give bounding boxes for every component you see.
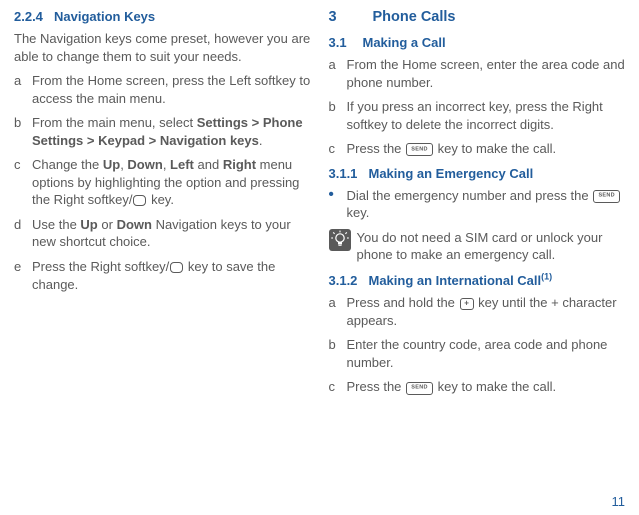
subsection-title: Making an Emergency Call [369, 166, 534, 181]
step-a: a From the Home screen, press the Left s… [14, 72, 311, 107]
step-c: c Press the key to make the call. [329, 140, 626, 158]
intro-text: The Navigation keys come preset, however… [14, 30, 311, 65]
softkey-icon [133, 195, 146, 206]
page-number: 11 [612, 494, 626, 509]
step-body: From the Home screen, press the Left sof… [32, 72, 311, 107]
step-marker: a [14, 72, 32, 107]
step-marker: d [14, 216, 32, 251]
step-c: c Press the key to make the call. [329, 378, 626, 396]
subsection-number: 3.1.1 [329, 166, 369, 181]
step-b: b If you press an incorrect key, press t… [329, 98, 626, 133]
step-marker: b [329, 336, 347, 371]
section-title: Making a Call [363, 35, 446, 50]
step-marker: a [329, 294, 347, 329]
step-a: a Press and hold the key until the + cha… [329, 294, 626, 329]
bullet-body: Dial the emergency number and press the … [347, 187, 626, 222]
step-marker: b [14, 114, 32, 149]
send-key-icon [406, 143, 433, 156]
section-heading-224: 2.2.4Navigation Keys [14, 9, 311, 24]
step-marker: c [329, 140, 347, 158]
step-body: If you press an incorrect key, press the… [347, 98, 626, 133]
plus-key-icon [460, 298, 474, 310]
step-body: Enter the country code, area code and ph… [347, 336, 626, 371]
step-body: From the Home screen, enter the area cod… [347, 56, 626, 91]
step-body: Press the key to make the call. [347, 378, 626, 396]
chapter-title: Phone Calls [373, 9, 456, 25]
section-number: 3.1 [329, 35, 363, 50]
step-body: Use the Up or Down Navigation keys to yo… [32, 216, 311, 251]
step-body: From the main menu, select Settings > Ph… [32, 114, 311, 149]
step-marker: b [329, 98, 347, 133]
softkey-icon [170, 262, 183, 273]
step-b: b Enter the country code, area code and … [329, 336, 626, 371]
bullet-item: • Dial the emergency number and press th… [329, 187, 626, 222]
step-body: Change the Up, Down, Left and Right menu… [32, 156, 311, 209]
step-d: d Use the Up or Down Navigation keys to … [14, 216, 311, 251]
step-body: Press and hold the key until the + chara… [347, 294, 626, 329]
subsection-heading-312: 3.1.2Making an International Call(1) [329, 272, 626, 288]
chapter-heading-3: 3Phone Calls [329, 9, 626, 25]
step-marker: c [329, 378, 347, 396]
step-marker: e [14, 258, 32, 293]
tip-text: You do not need a SIM card or unlock you… [357, 229, 626, 264]
right-column: 3Phone Calls 3.1Making a Call a From the… [329, 9, 626, 403]
chapter-number: 3 [329, 9, 373, 25]
send-key-icon [593, 190, 620, 203]
bullet-marker: • [329, 187, 347, 222]
step-body: Press the key to make the call. [347, 140, 626, 158]
step-a: a From the Home screen, enter the area c… [329, 56, 626, 91]
step-c: c Change the Up, Down, Left and Right me… [14, 156, 311, 209]
tip-icon [329, 229, 357, 264]
send-key-icon [406, 382, 433, 395]
subsection-title: Making an International Call(1) [369, 273, 553, 288]
section-number: 2.2.4 [14, 9, 54, 24]
tip-box: You do not need a SIM card or unlock you… [329, 229, 626, 264]
step-body: Press the Right softkey/ key to save the… [32, 258, 311, 293]
section-heading-31: 3.1Making a Call [329, 35, 626, 50]
step-e: e Press the Right softkey/ key to save t… [14, 258, 311, 293]
left-column: 2.2.4Navigation Keys The Navigation keys… [14, 9, 311, 403]
step-marker: a [329, 56, 347, 91]
section-title: Navigation Keys [54, 9, 155, 24]
step-marker: c [14, 156, 32, 209]
subsection-heading-311: 3.1.1Making an Emergency Call [329, 166, 626, 181]
subsection-number: 3.1.2 [329, 273, 369, 288]
step-b: b From the main menu, select Settings > … [14, 114, 311, 149]
